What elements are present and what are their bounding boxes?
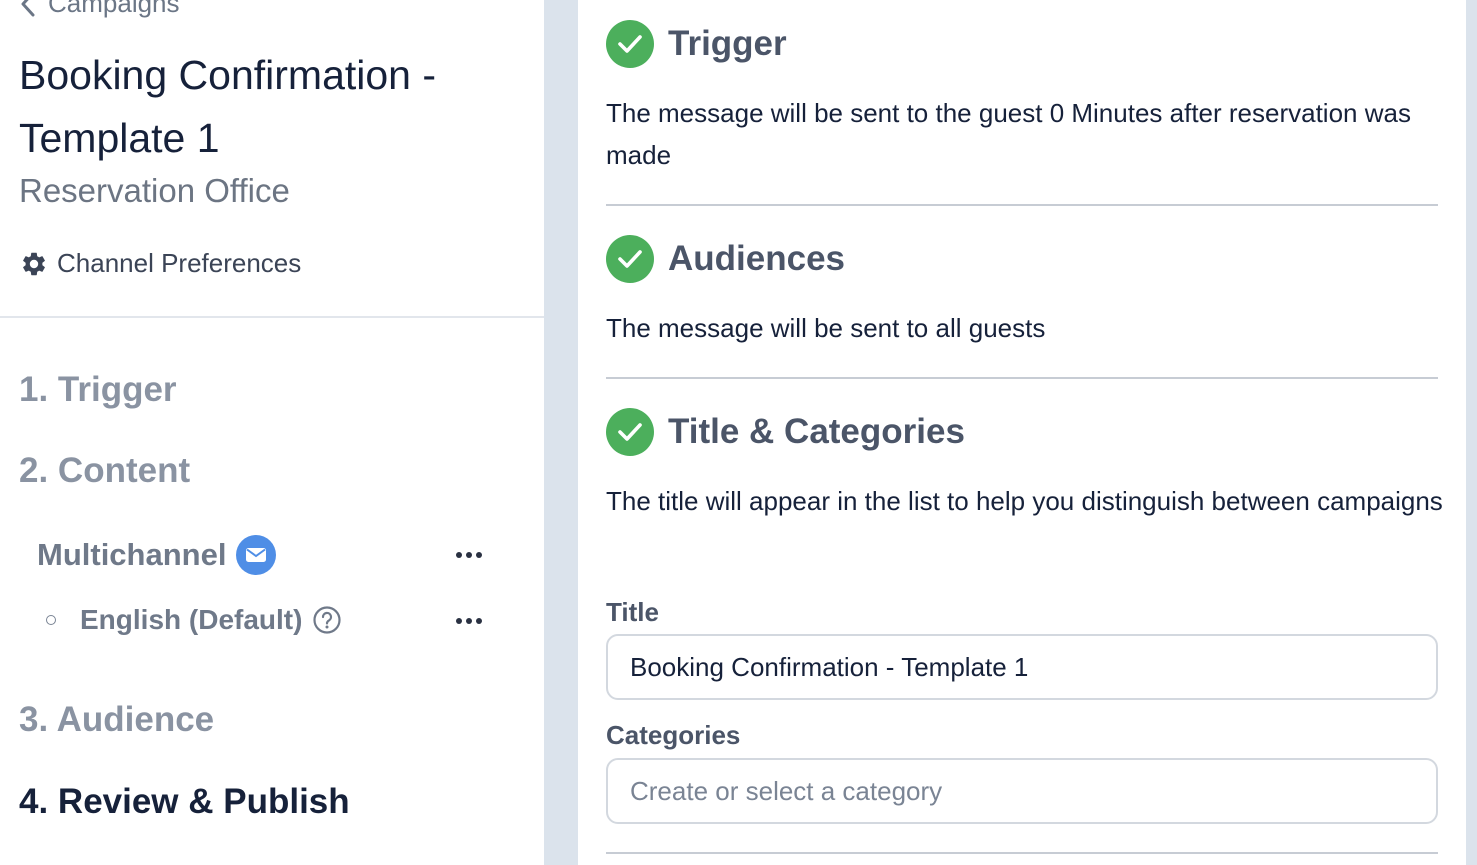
bullet-icon [46, 615, 56, 625]
sidebar: Campaigns Booking Confirmation - Templat… [0, 0, 544, 865]
section-description: The message will be sent to all guests [606, 313, 1046, 343]
step-content[interactable]: 2. Content [19, 451, 190, 491]
step-audience[interactable]: 3. Audience [19, 700, 214, 740]
section-divider [606, 204, 1438, 206]
help-icon[interactable] [312, 605, 342, 635]
section-audiences-header: Audiences [606, 235, 845, 283]
check-circle-icon [606, 408, 654, 456]
gear-icon [23, 252, 45, 275]
section-title: Title & Categories [668, 412, 965, 451]
check-circle-icon [606, 235, 654, 283]
campaign-subtitle: Reservation Office [19, 172, 290, 209]
check-circle-icon [606, 20, 654, 68]
section-trigger-header: Trigger [606, 20, 787, 68]
step-trigger[interactable]: 1. Trigger [19, 370, 177, 410]
section-title: Trigger [668, 24, 787, 63]
content-language-english[interactable]: English (Default) [46, 604, 342, 636]
content-channel-label: Multichannel [37, 537, 227, 572]
categories-field-label: Categories [606, 720, 741, 750]
channel-preferences-label: Channel Preferences [57, 248, 302, 278]
section-divider [606, 377, 1438, 379]
sidebar-divider [0, 316, 544, 318]
review-panel: Trigger The message will be sent to the … [578, 0, 1466, 865]
step-review-publish[interactable]: 4. Review & Publish [19, 782, 350, 822]
back-link[interactable]: Campaigns [20, 0, 180, 19]
chevron-left-icon [21, 0, 35, 16]
campaign-title: Booking Confirmation - Template 1 [19, 52, 437, 161]
content-language-label: English (Default) [80, 604, 303, 635]
scrollbar[interactable] [1466, 0, 1477, 865]
channel-more-icon[interactable] [456, 549, 482, 561]
mail-icon [236, 535, 277, 575]
title-field-label: Title [606, 597, 659, 627]
back-link-label: Campaigns [48, 0, 180, 18]
title-input[interactable] [606, 634, 1438, 700]
language-more-icon[interactable] [456, 615, 482, 627]
section-description: The title will appear in the list to hel… [606, 486, 1443, 516]
section-divider [606, 852, 1438, 854]
section-title: Audiences [668, 239, 845, 278]
section-description: The message will be sent to the guest 0 … [606, 98, 1411, 170]
content-channel-multichannel[interactable]: Multichannel [37, 535, 277, 575]
categories-input[interactable] [606, 758, 1438, 824]
channel-preferences-link[interactable]: Channel Preferences [20, 248, 301, 279]
section-title-categories-header: Title & Categories [606, 408, 965, 456]
